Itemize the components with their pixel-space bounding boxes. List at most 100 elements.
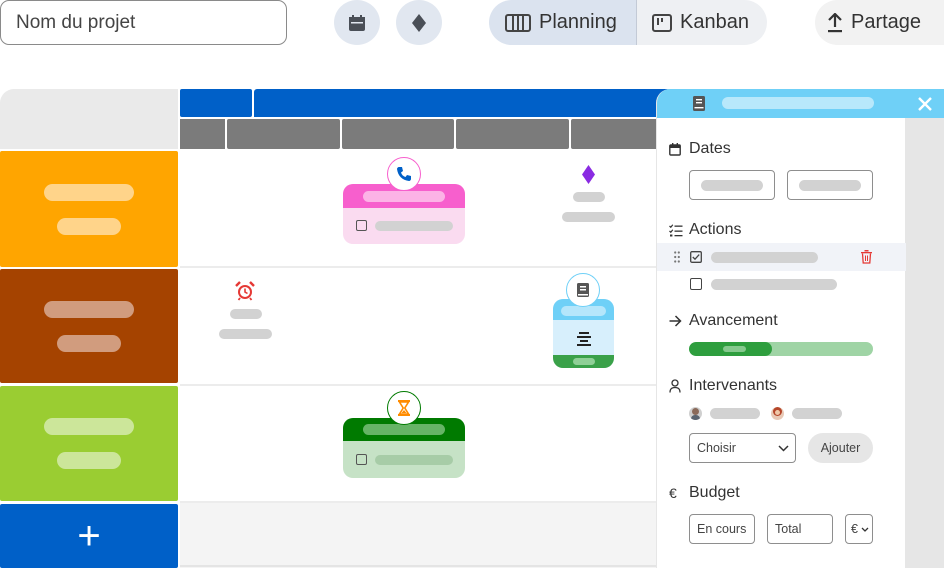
reminder-title-placeholder bbox=[230, 309, 262, 319]
phone-icon bbox=[397, 167, 411, 181]
progress-section-title: Avancement bbox=[669, 312, 778, 330]
timeline-period-2[interactable] bbox=[254, 89, 674, 117]
view-kanban-label: Kanban bbox=[680, 11, 749, 33]
add-contributor-button[interactable]: Ajouter bbox=[808, 433, 873, 463]
calendar-button[interactable] bbox=[334, 0, 380, 45]
progress-text-placeholder bbox=[723, 346, 746, 352]
row-divider bbox=[180, 266, 656, 268]
project-name-input[interactable] bbox=[0, 0, 287, 45]
panel-title-placeholder bbox=[722, 97, 874, 109]
add-row-label: + bbox=[77, 514, 101, 558]
dates-section-title: Dates bbox=[669, 140, 731, 158]
budget-label: Budget bbox=[689, 484, 740, 501]
phone-badge bbox=[387, 157, 421, 191]
budget-current-placeholder: En cours bbox=[697, 522, 747, 536]
timeline-column[interactable] bbox=[342, 119, 454, 149]
budget-section-title: € Budget bbox=[669, 484, 740, 502]
diamond-icon bbox=[412, 13, 426, 32]
contributors-section-title: Intervenants bbox=[669, 377, 778, 395]
choose-contributor-select[interactable]: Choisir bbox=[689, 433, 796, 463]
task-item-placeholder bbox=[375, 455, 453, 465]
contributor-name-placeholder bbox=[792, 408, 842, 419]
progress-label: Avancement bbox=[689, 312, 778, 329]
share-label: Partage bbox=[851, 11, 922, 33]
checklist-icon bbox=[669, 223, 683, 236]
avatar[interactable] bbox=[689, 407, 702, 420]
milestone-date-placeholder bbox=[562, 212, 615, 222]
task-card-document[interactable] bbox=[553, 299, 614, 368]
action-text-placeholder bbox=[711, 279, 837, 290]
currency-label: € bbox=[851, 522, 858, 536]
row-subtitle-placeholder bbox=[57, 218, 121, 235]
timeline-column[interactable] bbox=[180, 119, 225, 149]
align-center-icon bbox=[577, 332, 591, 346]
euro-icon: € bbox=[669, 485, 677, 501]
progress-bar[interactable] bbox=[689, 342, 873, 356]
alarm-clock-icon[interactable] bbox=[235, 281, 255, 301]
grid-corner bbox=[0, 89, 178, 149]
contributor-name-placeholder bbox=[710, 408, 760, 419]
milestone-title-placeholder bbox=[573, 192, 605, 202]
add-row-button[interactable]: + bbox=[0, 504, 178, 568]
chevron-down-icon bbox=[778, 445, 789, 452]
row-divider bbox=[180, 565, 656, 567]
trash-icon[interactable] bbox=[861, 250, 872, 264]
choose-label: Choisir bbox=[697, 441, 736, 455]
drag-handle-icon[interactable] bbox=[674, 251, 680, 263]
row-title-placeholder bbox=[44, 301, 134, 318]
book-badge bbox=[566, 273, 600, 307]
action-checkbox[interactable] bbox=[690, 278, 702, 290]
timeline-period-1[interactable] bbox=[180, 89, 252, 117]
empty-row bbox=[180, 503, 656, 568]
book-icon bbox=[577, 283, 589, 297]
reminder-date-placeholder bbox=[219, 329, 272, 339]
action-text-placeholder bbox=[711, 252, 818, 263]
date-value-placeholder bbox=[799, 180, 861, 191]
row-header-brown[interactable] bbox=[0, 269, 178, 383]
kanban-icon bbox=[652, 13, 672, 32]
timeline-column[interactable] bbox=[456, 119, 569, 149]
budget-current-input[interactable]: En cours bbox=[689, 514, 755, 544]
contributors-label: Intervenants bbox=[689, 377, 778, 394]
chevron-down-icon bbox=[861, 527, 869, 532]
row-subtitle-placeholder bbox=[57, 452, 121, 469]
row-header-lime[interactable] bbox=[0, 386, 178, 501]
panel-scrollbar[interactable] bbox=[905, 118, 944, 568]
calendar-icon bbox=[669, 142, 681, 156]
row-header-orange[interactable] bbox=[0, 151, 178, 267]
add-label: Ajouter bbox=[820, 441, 861, 455]
task-card-wait[interactable] bbox=[343, 418, 465, 478]
task-card-call[interactable] bbox=[343, 184, 465, 244]
view-planning-label: Planning bbox=[539, 11, 617, 33]
timeline-column[interactable] bbox=[227, 119, 340, 149]
task-title-placeholder bbox=[363, 191, 445, 202]
row-title-placeholder bbox=[44, 418, 134, 435]
view-kanban-tab[interactable]: Kanban bbox=[636, 0, 767, 45]
task-title-placeholder bbox=[363, 424, 445, 435]
currency-select[interactable]: € bbox=[845, 514, 873, 544]
dates-label: Dates bbox=[689, 140, 731, 157]
milestone-diamond-icon[interactable] bbox=[582, 165, 595, 184]
task-checkbox[interactable] bbox=[356, 220, 367, 231]
actions-section-title: Actions bbox=[669, 221, 742, 239]
avatar[interactable] bbox=[771, 407, 784, 420]
share-button[interactable]: Partage bbox=[815, 0, 944, 45]
row-title-placeholder bbox=[44, 184, 134, 201]
action-row-hover[interactable] bbox=[657, 243, 906, 271]
calendar-icon bbox=[349, 14, 365, 31]
task-title-placeholder bbox=[561, 306, 606, 316]
task-item-placeholder bbox=[375, 221, 453, 231]
person-icon bbox=[669, 379, 681, 393]
close-icon[interactable] bbox=[918, 97, 932, 111]
view-planning-tab[interactable]: Planning bbox=[489, 0, 636, 45]
hourglass-badge bbox=[387, 391, 421, 425]
actions-label: Actions bbox=[689, 221, 742, 238]
end-date-input[interactable] bbox=[787, 170, 873, 200]
start-date-input[interactable] bbox=[689, 170, 775, 200]
timeline-column[interactable] bbox=[571, 119, 661, 149]
milestone-button[interactable] bbox=[396, 0, 442, 45]
budget-total-input[interactable]: Total bbox=[767, 514, 833, 544]
checked-checkbox-icon[interactable] bbox=[690, 251, 702, 263]
task-checkbox[interactable] bbox=[356, 454, 367, 465]
date-value-placeholder bbox=[701, 180, 763, 191]
